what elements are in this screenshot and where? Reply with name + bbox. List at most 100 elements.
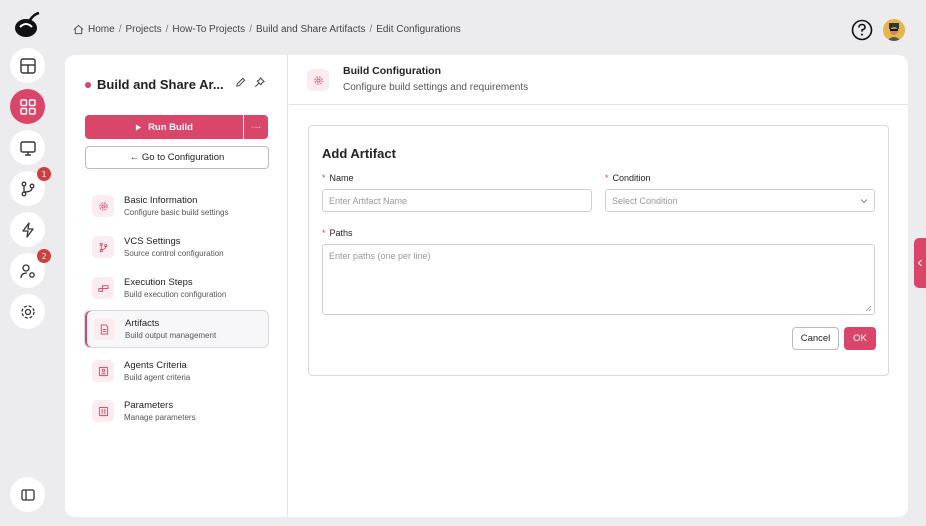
run-build-button[interactable]: Run Build bbox=[85, 115, 243, 139]
nav-sub: Manage parameters bbox=[124, 413, 196, 422]
rail-collapse-button[interactable] bbox=[10, 477, 45, 512]
name-input[interactable]: Enter Artifact Name bbox=[322, 189, 592, 212]
nav-label: Agents Criteria bbox=[124, 360, 187, 371]
condition-select[interactable]: Select Condition bbox=[605, 189, 875, 212]
name-label-text: Name bbox=[329, 173, 354, 183]
help-icon[interactable] bbox=[851, 19, 873, 41]
play-icon bbox=[135, 123, 142, 131]
git-branch-icon bbox=[99, 242, 107, 252]
nav-ico-wrap bbox=[92, 360, 114, 382]
add-artifact-card: Add Artifact * Name Enter Artifact Name *… bbox=[308, 125, 889, 376]
page-title: Build Configuration bbox=[343, 65, 441, 77]
breadcrumb-howto[interactable]: How-To Projects bbox=[172, 24, 245, 35]
nav-sub: Build agent criteria bbox=[124, 373, 191, 382]
chevron-left-icon bbox=[917, 259, 922, 267]
nav-label: Basic Information bbox=[124, 195, 198, 206]
breadcrumb-current: Edit Configurations bbox=[376, 24, 461, 35]
app-logo-icon[interactable] bbox=[12, 10, 42, 40]
right-drawer-toggle[interactable] bbox=[914, 238, 926, 288]
resize-handle-icon[interactable] bbox=[865, 305, 872, 312]
nav-sub: Source control configuration bbox=[124, 249, 224, 258]
avatar[interactable] bbox=[883, 19, 905, 41]
breadcrumb-projects[interactable]: Projects bbox=[125, 24, 161, 35]
dashboard-icon bbox=[19, 57, 36, 74]
user-settings-icon bbox=[19, 263, 35, 278]
run-build-label: Run Build bbox=[148, 121, 193, 133]
nav-label: Execution Steps bbox=[124, 277, 193, 288]
nav-text: Execution Steps Build execution configura… bbox=[124, 277, 226, 299]
condition-placeholder: Select Condition bbox=[612, 195, 678, 206]
nav-ico-wrap bbox=[92, 400, 114, 422]
config-sidebar: Build and Share Ar... Run Build ··· ← Go… bbox=[65, 55, 288, 517]
condition-label-text: Condition bbox=[612, 173, 651, 183]
paths-label: * Paths bbox=[322, 228, 353, 238]
gear-icon bbox=[98, 201, 108, 211]
nav-item-vcs-settings[interactable]: VCS Settings Source control configuration bbox=[84, 228, 269, 266]
breadcrumb: Home / Projects / How-To Projects / Buil… bbox=[73, 24, 461, 35]
rail-vcs-button[interactable]: 1 bbox=[10, 167, 51, 206]
paths-placeholder: Enter paths (one per line) bbox=[329, 251, 431, 261]
go-to-configuration-button[interactable]: ← Go to Configuration bbox=[85, 146, 269, 169]
nav-item-artifacts[interactable]: Artifacts Build output management bbox=[84, 310, 269, 348]
content-header: Build Configuration Configure build sett… bbox=[289, 55, 908, 105]
config-title-text: Build and Share Ar... bbox=[97, 77, 224, 92]
config-title: Build and Share Ar... bbox=[85, 77, 224, 92]
users-badge: 2 bbox=[37, 249, 51, 263]
gear-icon bbox=[313, 75, 323, 85]
status-dot bbox=[85, 81, 91, 88]
nav-label: VCS Settings bbox=[124, 236, 181, 247]
rail-monitor-button[interactable] bbox=[10, 130, 45, 165]
nav-ico-wrap bbox=[92, 277, 114, 299]
sidebar-toggle-icon bbox=[20, 488, 35, 501]
breadcrumb-home[interactable]: Home bbox=[88, 24, 115, 35]
steps-icon bbox=[97, 284, 109, 292]
nav-ico-wrap bbox=[93, 318, 115, 340]
grid-icon bbox=[19, 98, 36, 115]
git-branch-icon bbox=[21, 181, 34, 196]
nav-text: Agents Criteria Build agent criteria bbox=[124, 360, 190, 382]
paths-label-text: Paths bbox=[329, 228, 353, 238]
name-label: * Name bbox=[322, 173, 354, 183]
nav-ico-wrap bbox=[92, 195, 114, 217]
main-panel: Build and Share Ar... Run Build ··· ← Go… bbox=[65, 55, 908, 517]
run-more-button[interactable]: ··· bbox=[244, 115, 268, 139]
cancel-button[interactable]: Cancel bbox=[792, 327, 839, 350]
paths-textarea[interactable]: Enter paths (one per line) bbox=[322, 244, 875, 315]
sliders-icon bbox=[98, 406, 108, 416]
monitor-icon bbox=[19, 140, 36, 156]
nav-item-basic-information[interactable]: Basic Information Configure basic build s… bbox=[84, 187, 269, 225]
nav-label: Parameters bbox=[124, 400, 174, 411]
nav-text: Artifacts Build output management bbox=[125, 318, 216, 340]
rail-users-button[interactable]: 2 bbox=[10, 249, 51, 288]
nav-ico-wrap bbox=[92, 236, 114, 258]
breadcrumb-separator: / bbox=[249, 24, 252, 35]
breadcrumb-separator: / bbox=[369, 24, 373, 35]
ok-button[interactable]: OK bbox=[844, 327, 876, 350]
breadcrumb-project[interactable]: Build and Share Artifacts bbox=[256, 24, 366, 35]
nav-text: VCS Settings Source control configuration bbox=[124, 236, 224, 258]
header-icon-wrap bbox=[307, 69, 329, 91]
gear-icon bbox=[20, 304, 35, 319]
nav-label: Artifacts bbox=[125, 318, 160, 329]
nav-sub: Build execution configuration bbox=[124, 290, 227, 299]
vcs-badge: 1 bbox=[37, 167, 51, 181]
lightning-icon bbox=[21, 221, 34, 238]
title-actions bbox=[235, 77, 265, 88]
rail-settings-button[interactable] bbox=[10, 294, 45, 329]
nav-item-parameters[interactable]: Parameters Manage parameters bbox=[84, 392, 269, 430]
edit-icon[interactable] bbox=[235, 77, 246, 88]
left-rail: 1 2 bbox=[0, 0, 56, 526]
required-mark: * bbox=[322, 173, 326, 183]
rail-projects-button[interactable] bbox=[10, 89, 45, 124]
breadcrumb-separator: / bbox=[118, 24, 122, 35]
pin-icon[interactable] bbox=[254, 77, 265, 88]
file-icon bbox=[100, 323, 108, 335]
nav-item-agents-criteria[interactable]: Agents Criteria Build agent criteria bbox=[84, 352, 269, 390]
chevron-down-icon bbox=[860, 199, 868, 204]
home-icon[interactable] bbox=[73, 24, 84, 35]
page-subtitle: Configure build settings and requirement… bbox=[343, 82, 529, 93]
rail-dashboard-button[interactable] bbox=[10, 48, 45, 83]
rail-events-button[interactable] bbox=[10, 212, 45, 247]
required-mark: * bbox=[605, 173, 609, 183]
nav-item-execution-steps[interactable]: Execution Steps Build execution configura… bbox=[84, 269, 269, 307]
